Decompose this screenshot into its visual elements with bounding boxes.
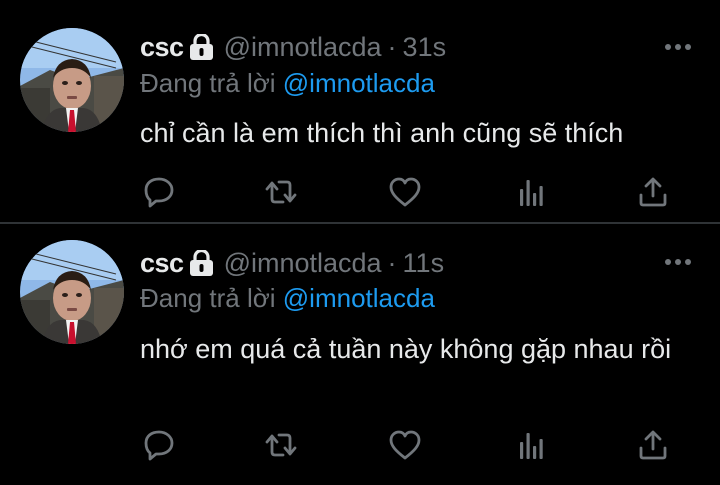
more-icon[interactable]	[662, 254, 694, 270]
heart-icon[interactable]	[388, 428, 422, 462]
avatar[interactable]	[20, 240, 124, 344]
retweet-icon[interactable]	[264, 428, 298, 462]
replying-prefix: Đang trả lời	[140, 283, 283, 313]
replying-to: Đang trả lời @imnotlacda	[140, 283, 435, 314]
tweet-2[interactable]: csc @imnotlacda · 11s Đang trả lời @imno…	[0, 0, 720, 485]
views-icon[interactable]	[514, 428, 548, 462]
lock-icon	[187, 248, 215, 278]
separator-dot: ·	[387, 247, 397, 278]
replying-mention[interactable]: @imnotlacda	[283, 283, 435, 313]
timestamp[interactable]: 11s	[403, 248, 445, 279]
display-name[interactable]: csc	[140, 248, 184, 279]
share-icon[interactable]	[636, 428, 670, 462]
user-handle[interactable]: @imnotlacda	[224, 248, 382, 279]
action-bar	[140, 428, 680, 462]
tweet-text: nhớ em quá cả tuần này không gặp nhau rồ…	[140, 334, 672, 364]
reply-icon[interactable]	[142, 428, 176, 462]
tweet-header: csc @imnotlacda · 11s	[140, 246, 444, 280]
